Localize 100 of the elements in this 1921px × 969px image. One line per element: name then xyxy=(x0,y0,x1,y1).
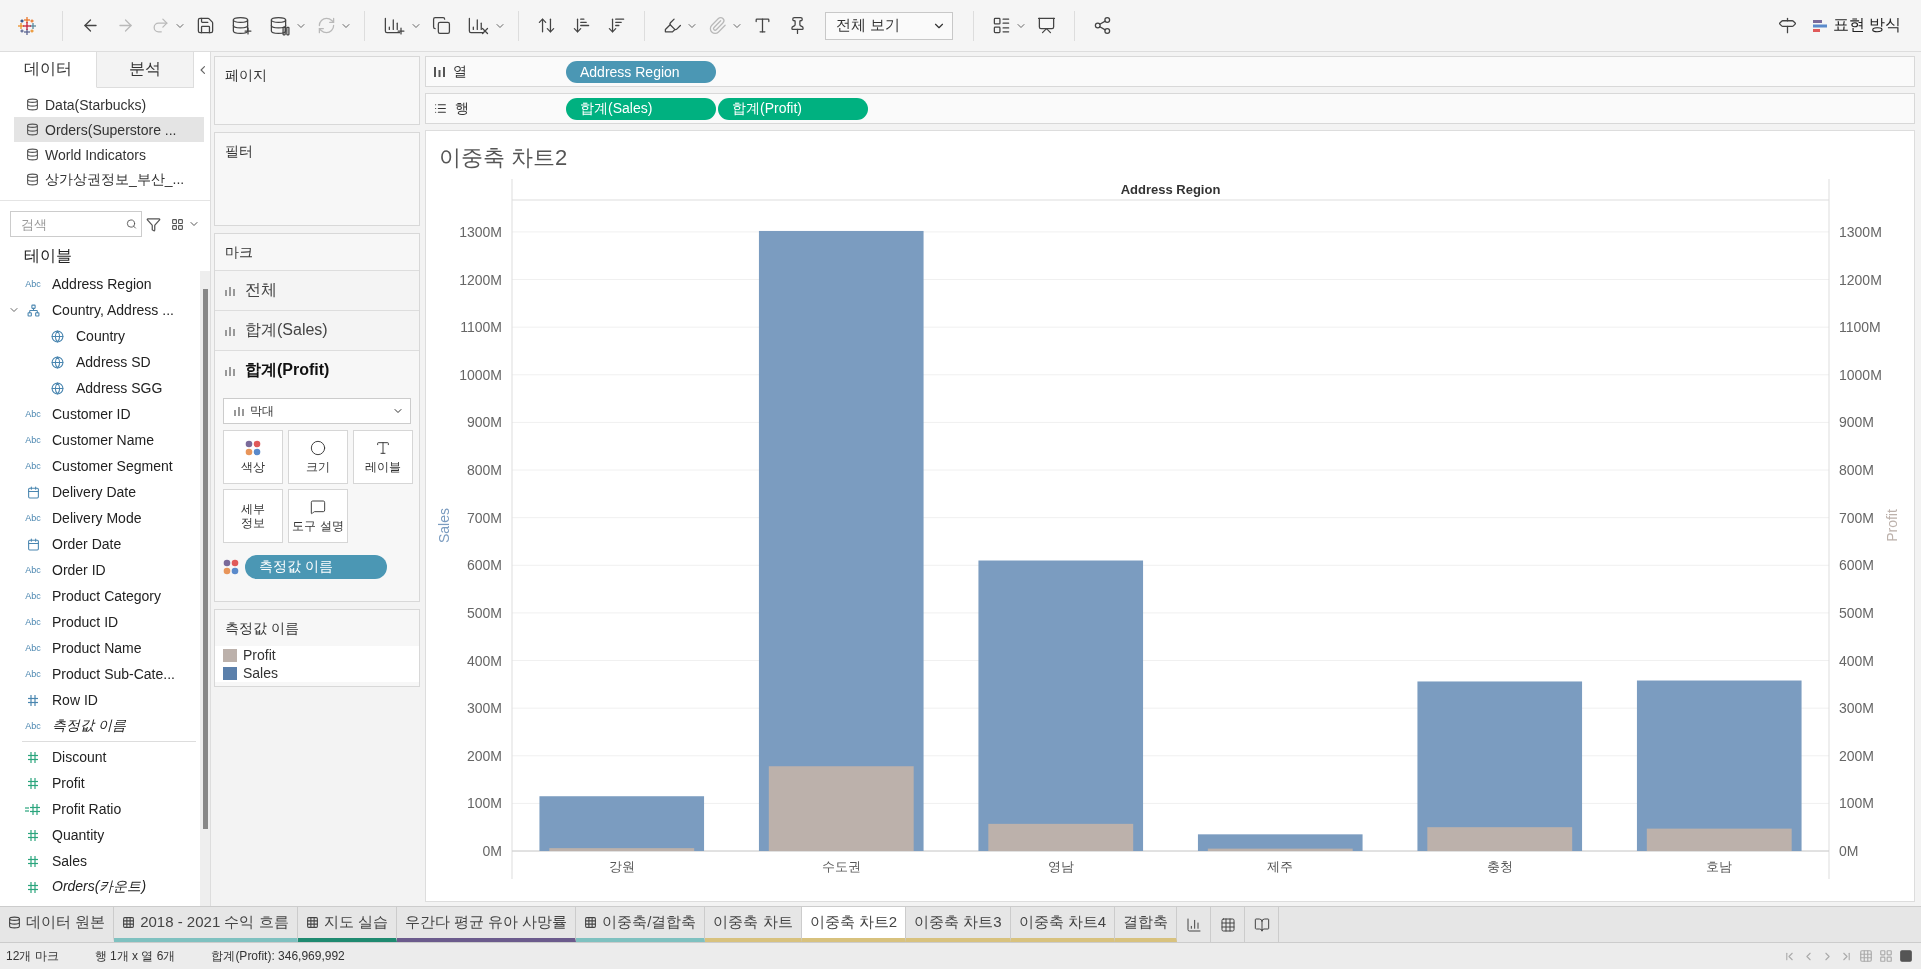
scrollbar-thumb[interactable] xyxy=(202,289,208,829)
field-item[interactable]: Abc Address Region xyxy=(8,271,200,297)
field-name: Sales xyxy=(52,853,88,869)
data-source-item[interactable]: Orders(Superstore ... xyxy=(14,117,204,142)
axis-title: Sales xyxy=(436,508,452,543)
field-name: Row ID xyxy=(52,692,98,708)
axis-title: Profit xyxy=(1884,509,1900,542)
field-item[interactable]: Delivery Date xyxy=(8,479,200,505)
field-item[interactable]: Profit xyxy=(8,770,200,796)
sheet-tab[interactable]: 결합축 xyxy=(1115,907,1178,942)
dashboard-grid-icon xyxy=(122,916,136,929)
mark-property-button[interactable]: 세부 정보 xyxy=(223,489,283,543)
database-icon xyxy=(8,916,21,929)
sheet-tab[interactable]: 우간다 평균 유아 사망률 xyxy=(396,907,577,942)
bar-chart-icon xyxy=(225,325,235,336)
sheet-tab[interactable]: 이중축 차트3 xyxy=(906,907,1011,942)
axis-tick-label: 100M xyxy=(466,795,502,812)
side-tab[interactable]: 분석 xyxy=(97,52,195,88)
field-item[interactable]: Row ID xyxy=(8,687,200,713)
field-type-label: Abc xyxy=(24,279,42,289)
sheet-tab[interactable]: 이중축 차트2 xyxy=(801,907,907,942)
field-item[interactable]: Abc Product Sub-Cate... xyxy=(8,661,200,687)
category-label: 수도권 xyxy=(821,859,861,874)
axis-tick-label: 1200M xyxy=(459,271,502,288)
sheet-tab[interactable]: 지도 실습 xyxy=(297,907,397,942)
axis-tick-label: 1100M xyxy=(1839,319,1881,336)
data-source-item[interactable]: World Indicators xyxy=(14,142,204,167)
sheet-tab[interactable]: 이중축 차트4 xyxy=(1010,907,1116,942)
card-title: 페이지 xyxy=(224,66,268,85)
field-name: Discount xyxy=(52,749,107,765)
field-item[interactable]: Abc Customer ID xyxy=(8,401,200,427)
data-source-item[interactable]: 상가상권정보_부산_... xyxy=(14,167,204,192)
field-type-label: Abc xyxy=(24,435,42,445)
field-item[interactable]: Orders(카운트) xyxy=(8,874,200,900)
field-item[interactable]: Address SD xyxy=(8,349,200,375)
field-item[interactable]: Abc Delivery Mode xyxy=(8,505,200,531)
legend-item[interactable]: Profit xyxy=(215,646,419,664)
field-item[interactable]: Sales xyxy=(8,848,200,874)
status-text: 12개 마크 xyxy=(6,947,59,965)
field-item[interactable]: Profit Ratio xyxy=(8,796,200,822)
field-item[interactable]: Abc Product Category xyxy=(8,583,200,609)
card-title: 마크 xyxy=(224,243,254,262)
axis-tick-label: 300M xyxy=(466,700,502,717)
field-name: Delivery Date xyxy=(52,484,137,500)
mark-property-button[interactable]: 레이블 xyxy=(353,430,413,484)
axis-tick-label: 800M xyxy=(466,462,502,478)
sheet-tab[interactable]: 2018 - 2021 수익 흐름 xyxy=(114,907,298,942)
axis-tick-label: 100M xyxy=(1839,795,1875,812)
category-label: 충청 xyxy=(1486,859,1513,874)
mark-property-button[interactable]: 색상 xyxy=(223,430,283,484)
section-heading: 테이블 xyxy=(23,246,73,266)
field-name: Customer Segment xyxy=(52,458,173,474)
field-item[interactable]: Abc Order ID xyxy=(8,557,200,583)
field-item[interactable]: Address SGG xyxy=(8,375,200,401)
axis-tick-label: 1300M xyxy=(459,223,502,240)
number-icon xyxy=(27,855,39,867)
search-box[interactable]: 검색 xyxy=(10,211,142,237)
field-item[interactable]: Abc Customer Name xyxy=(8,427,200,453)
axis-tick-label: 1300M xyxy=(1839,223,1882,240)
mark-property-button[interactable]: 도구 설명 xyxy=(288,489,348,543)
show-me-bars-icon xyxy=(1812,18,1827,33)
mark-property-button[interactable]: 크기 xyxy=(288,430,348,484)
data-source-item[interactable]: Data(Starbucks) xyxy=(14,92,204,117)
sheet-tab[interactable]: 이중축 차트 xyxy=(705,907,802,942)
show-me-button[interactable]: 표현 방식 xyxy=(1806,11,1907,40)
number-icon xyxy=(27,777,39,789)
search-icon[interactable] xyxy=(126,218,137,230)
field-type-label: Abc xyxy=(24,513,42,523)
database-icon xyxy=(26,98,39,111)
mark-type-select[interactable]: 막대 xyxy=(223,398,411,424)
axis-tick-label: 400M xyxy=(466,652,502,669)
field-item[interactable]: Discount xyxy=(8,744,200,770)
field-name: Profit xyxy=(52,775,85,791)
field-item[interactable]: Abc Product Name xyxy=(8,635,200,661)
field-name: Product Sub-Cate... xyxy=(52,666,175,682)
search-field[interactable]: 검색 xyxy=(19,215,127,233)
axis-tick-label: 200M xyxy=(1839,747,1875,764)
fit-select[interactable]: 전체 보기 xyxy=(825,11,953,40)
field-item[interactable]: Country xyxy=(8,323,200,349)
legend-item[interactable]: Sales xyxy=(215,664,419,682)
axis-tick-label: 600M xyxy=(466,557,502,574)
field-item[interactable]: Order Date xyxy=(8,531,200,557)
status-text: 행 1개 x 열 6개 xyxy=(94,947,176,965)
axis-tick-label: 1000M xyxy=(1839,366,1882,383)
field-item[interactable]: Quantity xyxy=(8,822,200,848)
globe-icon xyxy=(50,381,64,395)
field-item[interactable]: Abc Customer Segment xyxy=(8,453,200,479)
view-options-icon[interactable] xyxy=(171,217,184,231)
sheet-tab[interactable]: 이중축/결합축 xyxy=(576,907,706,942)
field-item[interactable]: Abc 측정값 이름 xyxy=(8,713,200,739)
field-item[interactable]: Abc Product ID xyxy=(8,609,200,635)
category-label: 제주 xyxy=(1267,859,1294,874)
field-item[interactable]: Country, Address ... xyxy=(8,297,200,323)
tableau-logo-icon[interactable] xyxy=(18,16,36,35)
field-name: Address Region xyxy=(52,276,152,292)
database-icon xyxy=(26,148,39,161)
filter-icon[interactable] xyxy=(146,216,161,232)
tab-view-icon[interactable] xyxy=(1899,949,1913,963)
field-name: Profit Ratio xyxy=(52,801,122,817)
card-title: 필터 xyxy=(224,142,254,161)
